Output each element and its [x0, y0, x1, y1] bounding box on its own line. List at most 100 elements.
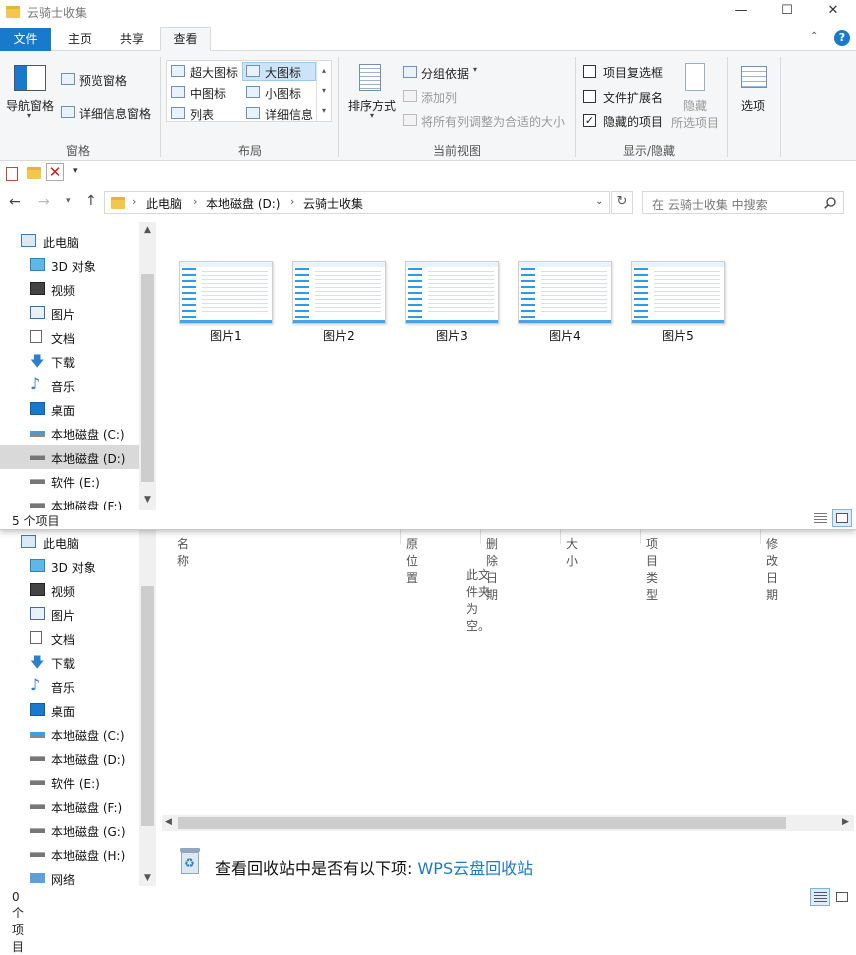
layout-details[interactable]: 详细信息 — [265, 106, 313, 123]
nav-item-e[interactable]: 软件 (E:) — [0, 770, 140, 794]
nav-item-item-0[interactable]: 此电脑 — [0, 229, 140, 253]
layout-large-icons[interactable]: 大图标 — [265, 64, 301, 81]
nav-item-d[interactable]: 本地磁盘 (D:) — [0, 746, 140, 770]
close-button[interactable]: ✕ — [810, 0, 856, 24]
scroll-down-icon[interactable]: ▼ — [139, 870, 156, 886]
file-name[interactable]: 图片4 — [518, 327, 612, 344]
help-icon[interactable]: ? — [834, 30, 850, 46]
maximize-button[interactable]: ☐ — [764, 0, 810, 24]
file-name[interactable]: 图片3 — [405, 327, 499, 344]
delete-icon[interactable]: ✕ — [46, 163, 64, 181]
nav-item-item-6[interactable]: ♪ 音乐 — [0, 373, 140, 397]
breadcrumb-this-pc[interactable]: 此电脑 — [146, 195, 182, 212]
nav-item-item-14[interactable]: 网络 — [0, 866, 140, 886]
file-thumbnail[interactable] — [631, 261, 725, 324]
new-folder-icon[interactable] — [27, 167, 41, 179]
breadcrumb-folder[interactable]: 云骑士收集 — [303, 195, 363, 212]
collapse-ribbon-icon[interactable]: ⌃ — [810, 31, 818, 42]
nav-item-h[interactable]: 本地磁盘 (H:) — [0, 842, 140, 866]
scroll-up-icon[interactable]: ▲ — [139, 222, 156, 238]
nav-item-3d[interactable]: 3D 对象 — [0, 554, 140, 578]
nav-item-item-0[interactable]: 此电脑 — [0, 530, 140, 554]
file-name[interactable]: 图片1 — [179, 327, 273, 344]
nav-item-item-4[interactable]: 文档 — [0, 626, 140, 650]
column-header-date-modified[interactable]: 修改日期 — [766, 535, 778, 603]
scroll-down-icon[interactable]: ▼ — [139, 492, 156, 508]
large-icons-view-icon[interactable] — [832, 509, 852, 527]
hide-selected-label-2[interactable]: 所选项目 — [671, 114, 719, 131]
details-view-icon[interactable] — [810, 888, 830, 906]
nav-scrollbar[interactable]: ▲ ▼ — [139, 222, 156, 510]
nav-item-g[interactable]: 本地磁盘 (G:) — [0, 818, 140, 842]
layout-small-icons[interactable]: 小图标 — [265, 85, 301, 102]
hide-selected-label-1[interactable]: 隐藏 — [683, 97, 707, 114]
nav-item-item-5[interactable]: 🡇 下载 — [0, 349, 140, 373]
horizontal-scrollbar[interactable]: ◀ ▶ — [162, 815, 854, 831]
nav-item-item-4[interactable]: 文档 — [0, 325, 140, 349]
scrollbar-thumb[interactable] — [178, 817, 786, 829]
nav-item-item-6[interactable]: ♪ 音乐 — [0, 674, 140, 698]
add-column-button[interactable]: 添加列 — [421, 89, 457, 106]
address-bar[interactable]: › 此电脑 › 本地磁盘 (D:) › 云骑士收集 ⌄ — [104, 191, 610, 214]
nav-item-item-3[interactable]: 图片 — [0, 301, 140, 325]
nav-item-c[interactable]: 本地磁盘 (C:) — [0, 722, 140, 746]
preview-pane-button[interactable]: 预览窗格 — [79, 72, 127, 89]
wps-recycle-link[interactable]: WPS云盘回收站 — [417, 859, 533, 878]
nav-item-item-2[interactable]: 视频 — [0, 277, 140, 301]
minimize-button[interactable]: — — [718, 0, 764, 24]
fit-columns-button[interactable]: 将所有列调整为合适的大小 — [421, 113, 565, 130]
gallery-scroll[interactable]: ▴ ▾ ▾ — [316, 61, 331, 121]
group-by-button[interactable]: 分组依据 — [421, 65, 469, 82]
file-thumbnail[interactable] — [179, 261, 273, 324]
nav-item-e[interactable]: 软件 (E:) — [0, 469, 140, 493]
file-name[interactable]: 图片2 — [292, 327, 386, 344]
scroll-right-icon[interactable]: ▶ — [842, 817, 849, 827]
column-header-item-type[interactable]: 项目类型 — [646, 535, 658, 603]
search-box[interactable]: 在 云骑士收集 中搜索 — [642, 191, 844, 214]
options-button[interactable]: 选项 — [741, 97, 765, 114]
properties-icon[interactable] — [6, 167, 18, 181]
file-extensions-checkbox[interactable] — [583, 90, 596, 103]
file-thumbnail[interactable] — [405, 261, 499, 324]
scrollbar-thumb[interactable] — [141, 586, 154, 826]
forward-icon[interactable]: → — [38, 194, 50, 210]
refresh-icon[interactable]: ↻ — [611, 191, 633, 214]
up-icon[interactable]: ↑ — [85, 193, 97, 209]
nav-item-d[interactable]: 本地磁盘 (D:) — [0, 445, 140, 469]
layout-medium-icons[interactable]: 中图标 — [190, 85, 226, 102]
large-icons-view-icon[interactable] — [832, 888, 852, 906]
tab-file[interactable]: 文件 — [0, 28, 51, 51]
nav-item-f[interactable]: 本地磁盘 (F:) — [0, 493, 140, 510]
tab-view[interactable]: 查看 — [160, 27, 211, 51]
customize-toolbar-icon[interactable]: ▾ — [73, 166, 78, 176]
details-view-icon[interactable] — [810, 509, 830, 527]
item-checkboxes-checkbox[interactable] — [583, 65, 596, 78]
layout-extra-large-icons[interactable]: 超大图标 — [190, 64, 238, 81]
scroll-left-icon[interactable]: ◀ — [165, 817, 172, 827]
nav-item-item-3[interactable]: 图片 — [0, 602, 140, 626]
nav-item-item-2[interactable]: 视频 — [0, 578, 140, 602]
nav-scrollbar[interactable]: ▼ — [139, 530, 156, 886]
scrollbar-thumb[interactable] — [141, 274, 154, 482]
details-pane-button[interactable]: 详细信息窗格 — [79, 105, 151, 122]
column-header-name[interactable]: 名称 — [177, 535, 189, 569]
nav-item-item-7[interactable]: 桌面 — [0, 698, 140, 722]
back-icon[interactable]: ← — [9, 194, 21, 210]
nav-item-c[interactable]: 本地磁盘 (C:) — [0, 421, 140, 445]
file-name[interactable]: 图片5 — [631, 327, 725, 344]
file-thumbnail[interactable] — [518, 261, 612, 324]
hidden-items-checkbox[interactable]: ✓ — [583, 114, 596, 127]
nav-item-item-5[interactable]: 🡇 下载 — [0, 650, 140, 674]
tab-share[interactable]: 共享 — [108, 28, 156, 51]
layout-list[interactable]: 列表 — [190, 106, 214, 123]
tab-home[interactable]: 主页 — [56, 28, 104, 51]
nav-item-f[interactable]: 本地磁盘 (F:) — [0, 794, 140, 818]
address-dropdown-icon[interactable]: ⌄ — [595, 196, 603, 207]
nav-item-item-7[interactable]: 桌面 — [0, 397, 140, 421]
recent-locations-icon[interactable]: ▾ — [66, 196, 71, 206]
file-thumbnail[interactable] — [292, 261, 386, 324]
column-header-original-location[interactable]: 原位置 — [406, 535, 418, 586]
column-header-size[interactable]: 大小 — [566, 535, 578, 569]
nav-item-3d[interactable]: 3D 对象 — [0, 253, 140, 277]
breadcrumb-drive-d[interactable]: 本地磁盘 (D:) — [206, 195, 280, 212]
